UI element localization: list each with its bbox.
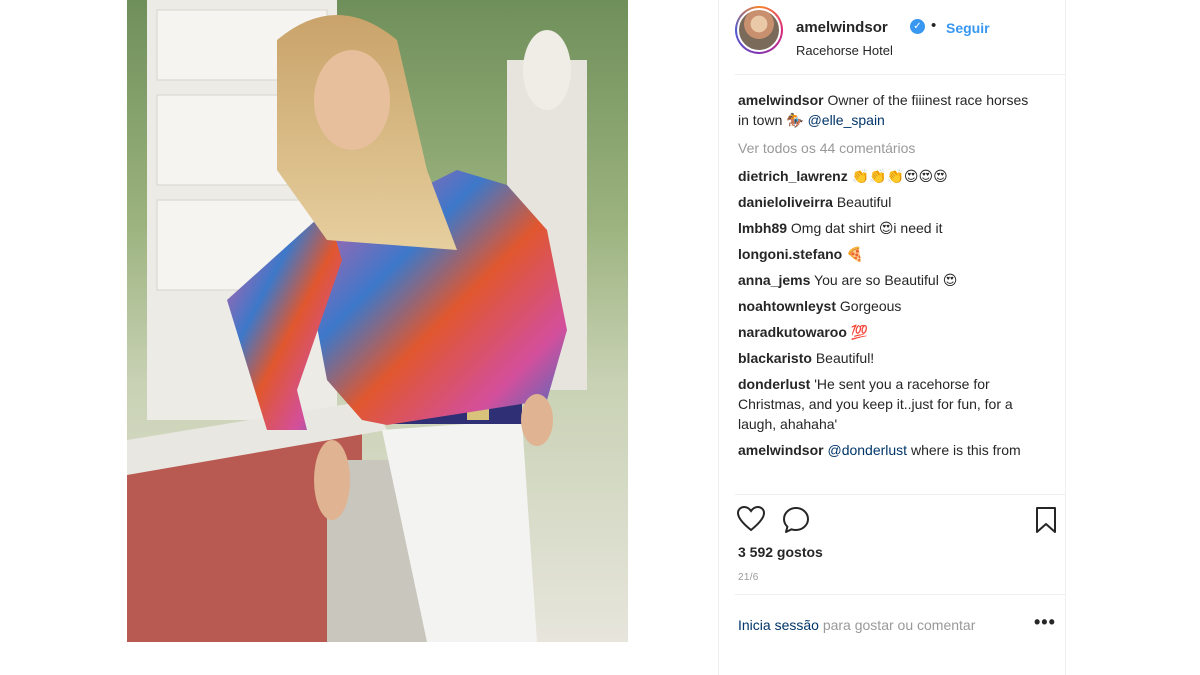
view-all-comments-link[interactable]: Ver todos os 44 comentários <box>738 138 1038 158</box>
comment-username[interactable]: donderlust <box>738 376 810 392</box>
comment-text: Gorgeous <box>839 298 902 314</box>
caption-mention[interactable]: @elle_spain <box>808 112 885 128</box>
login-prompt-text: para gostar ou comentar <box>818 617 976 633</box>
comment-username[interactable]: dietrich_lawrenz <box>738 168 848 184</box>
reply-comment: amelwindsor @donderlust where is this fr… <box>738 440 1038 460</box>
post-photo-illustration <box>127 0 587 642</box>
login-link[interactable]: Inicia sessão <box>738 617 819 633</box>
comment-icon[interactable] <box>782 506 810 539</box>
comment-item: anna_jems You are so Beautiful 😍 <box>738 270 1038 290</box>
header-username[interactable]: amelwindsor <box>796 19 888 36</box>
comment-text: where is this from <box>907 442 1021 458</box>
comment-username[interactable]: anna_jems <box>738 272 810 288</box>
comment-item: blackaristo Beautiful! <box>738 348 1038 368</box>
comment-item: danieloliveirra Beautiful <box>738 192 1038 212</box>
login-divider <box>735 594 1065 595</box>
comment-username[interactable]: danieloliveirra <box>738 194 833 210</box>
comment-item: donderlust 'He sent you a racehorse for … <box>738 374 1038 434</box>
comment-username[interactable]: blackaristo <box>738 350 812 366</box>
verified-badge-icon: ✓ <box>910 19 925 34</box>
comment-item: lmbh89 Omg dat shirt 😍i need it <box>738 218 1038 238</box>
location-link[interactable]: Racehorse Hotel <box>796 43 893 58</box>
comment-username[interactable]: naradkutowaroo <box>738 324 847 340</box>
comments-section: amelwindsor Owner of the fiiinest race h… <box>738 90 1038 466</box>
comment-username[interactable]: noahtownleyst <box>738 298 836 314</box>
comment-text: Beautiful <box>836 194 892 210</box>
heart-icon[interactable] <box>736 505 766 537</box>
follow-button[interactable]: Seguir <box>946 20 990 36</box>
comment-text: 🍕 <box>846 246 864 262</box>
comment-text: 👏👏👏😍😍😍 <box>851 168 948 184</box>
header-divider <box>735 74 1065 75</box>
comment-username[interactable]: longoni.stefano <box>738 246 842 262</box>
comment-username[interactable]: amelwindsor <box>738 442 824 458</box>
avatar[interactable] <box>735 6 783 54</box>
bookmark-icon[interactable] <box>1035 506 1057 539</box>
comment-item: naradkutowaroo 💯 <box>738 322 1038 342</box>
caption-username[interactable]: amelwindsor <box>738 92 824 108</box>
comment-text: Omg dat shirt 😍i need it <box>790 220 943 236</box>
post-photo[interactable] <box>127 0 628 642</box>
comment-text: You are so Beautiful 😍 <box>814 272 958 288</box>
more-options-icon[interactable]: ••• <box>1034 612 1056 633</box>
post-header: amelwindsor ✓ • Seguir Racehorse Hotel <box>735 6 1065 68</box>
comment-text: Beautiful! <box>815 350 875 366</box>
login-prompt: Inicia sessão para gostar ou comentar <box>738 617 975 633</box>
comment-username[interactable]: lmbh89 <box>738 220 787 236</box>
post-side-panel: amelwindsor ✓ • Seguir Racehorse Hotel a… <box>718 0 1066 675</box>
comment-item: longoni.stefano 🍕 <box>738 244 1038 264</box>
comment-text: 💯 <box>850 324 869 340</box>
actions-divider <box>735 494 1065 495</box>
reply-mention[interactable]: @donderlust <box>827 442 907 458</box>
header-separator: • <box>931 17 937 34</box>
comment-item: noahtownleyst Gorgeous <box>738 296 1038 316</box>
caption: amelwindsor Owner of the fiiinest race h… <box>738 90 1038 130</box>
comment-item: dietrich_lawrenz 👏👏👏😍😍😍 <box>738 166 1038 186</box>
post-date: 21/6 <box>738 572 759 583</box>
likes-count[interactable]: 3 592 gostos <box>738 544 823 560</box>
